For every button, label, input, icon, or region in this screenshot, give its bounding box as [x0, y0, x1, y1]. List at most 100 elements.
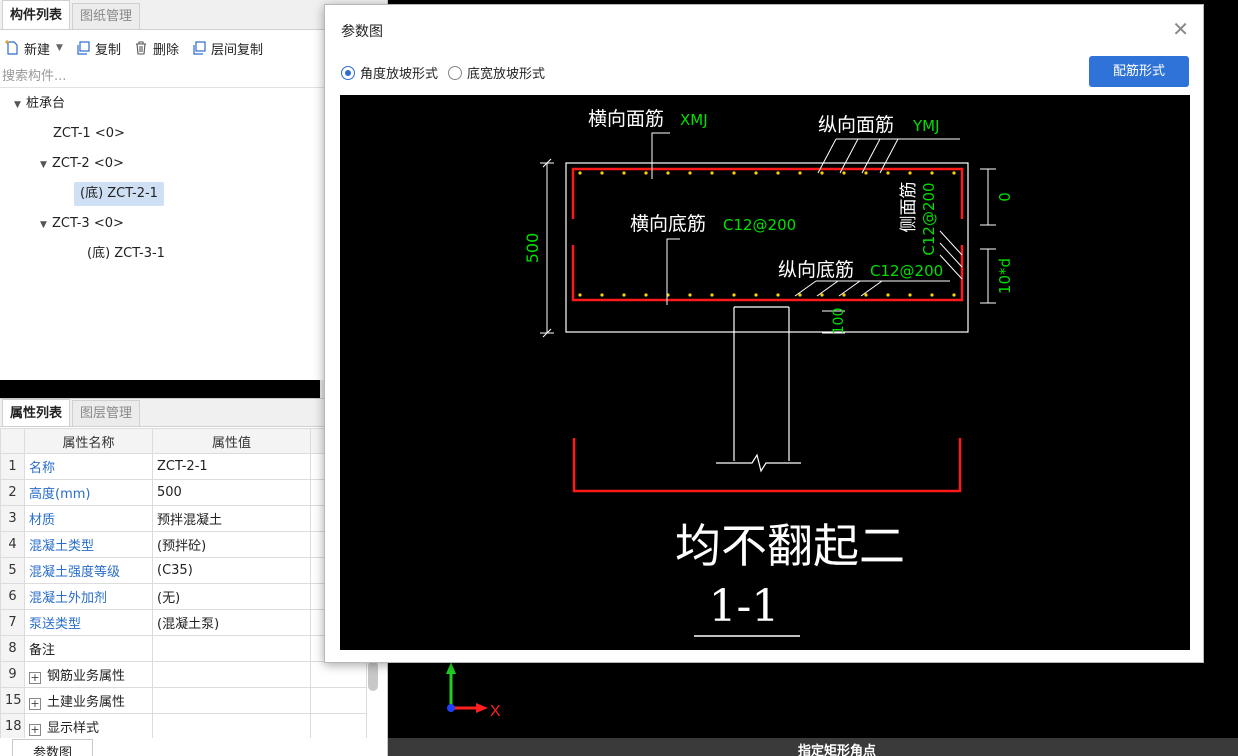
property-value — [152, 713, 311, 738]
delete-label: 删除 — [152, 42, 179, 58]
new-button[interactable]: 新建 ▼ — [4, 39, 63, 58]
property-group-label: 土建业务属性 — [47, 695, 126, 710]
drawing-note: 均不翻起二 — [675, 519, 905, 573]
row-number: 7 — [0, 609, 25, 636]
side-code: C12@200 — [920, 182, 938, 255]
table-row[interactable]: 1 名称 ZCT-2-1 — [0, 453, 367, 480]
row-number: 5 — [0, 557, 25, 584]
property-header-row: 属性名称 属性值 — [0, 428, 367, 454]
radio-angle-slope[interactable]: 角度放坡形式 — [341, 63, 438, 82]
table-row[interactable]: 4 混凝土类型 (预拌砼) — [0, 531, 367, 558]
row-number: 2 — [0, 479, 25, 506]
property-extra — [310, 713, 367, 738]
expand-arrow-icon[interactable]: ▼ — [14, 93, 26, 117]
property-group[interactable]: + 钢筋业务属性 — [24, 661, 153, 688]
close-icon[interactable]: ✕ — [1172, 17, 1189, 41]
tree-node-zct-3-1[interactable]: (底) ZCT-3-1 — [87, 242, 165, 266]
property-scrollbar-thumb[interactable] — [368, 661, 378, 691]
dimension-zero: 0 — [996, 192, 1014, 202]
property-value[interactable]: (C35) — [152, 557, 311, 584]
tree-node-zct-1[interactable]: ZCT-1 <0> — [53, 122, 125, 146]
top-cross-label: 横向面筋 — [588, 108, 664, 130]
property-value[interactable] — [152, 635, 311, 662]
property-value[interactable]: ZCT-2-1 — [152, 453, 311, 480]
radio-selected-icon[interactable] — [341, 65, 355, 80]
dialog-title: 参数图 — [341, 24, 383, 40]
tab-component-list[interactable]: 构件列表 — [2, 0, 71, 29]
table-row[interactable]: 8 备注 — [0, 635, 367, 662]
expand-plus-icon[interactable]: + — [29, 724, 41, 736]
delete-button[interactable]: 删除 — [133, 39, 179, 58]
rebar-dots-bottom — [578, 293, 956, 297]
tab-property-list[interactable]: 属性列表 — [2, 399, 71, 426]
rebar-dots-top — [578, 171, 956, 175]
row-number: 6 — [0, 583, 25, 610]
property-group[interactable]: + 显示样式 — [24, 713, 153, 738]
tree-node-label: 桩承台 — [26, 96, 66, 111]
radio-width-slope[interactable]: 底宽放坡形式 — [448, 63, 545, 82]
side-label: 侧面筋 — [899, 182, 919, 233]
component-search-input[interactable]: 搜索构件... — [0, 66, 330, 88]
chevron-down-icon[interactable]: ▼ — [56, 43, 63, 53]
table-row[interactable]: 7 泵送类型 (混凝土泵) — [0, 609, 367, 636]
height-dimension — [540, 158, 554, 338]
table-row[interactable]: 18 + 显示样式 — [0, 713, 367, 738]
table-row[interactable]: 3 材质 预拌混凝土 — [0, 505, 367, 532]
bottom-long-leader — [794, 280, 950, 297]
property-value[interactable]: (无) — [152, 583, 311, 610]
expand-arrow-icon[interactable]: ▼ — [40, 153, 52, 177]
floor-copy-label: 层间复制 — [210, 42, 263, 58]
bottom-tabbar: 参数图 — [0, 738, 388, 756]
table-row[interactable]: 15 + 土建业务属性 — [0, 687, 367, 714]
right-dimensions — [980, 168, 996, 304]
property-value[interactable]: 500 — [152, 479, 311, 506]
radio-unselected-icon[interactable] — [448, 65, 463, 80]
bottom-cross-label: 横向底筋 — [630, 213, 706, 235]
row-number: 15 — [0, 687, 25, 714]
expand-arrow-icon[interactable]: ▼ — [40, 213, 52, 237]
property-name: 材质 — [24, 505, 153, 532]
property-group-label: 钢筋业务属性 — [47, 669, 126, 684]
pile-outline — [733, 306, 790, 461]
tree-node-zct-2[interactable]: ▼ ZCT-2 <0> — [40, 152, 124, 176]
table-row[interactable]: 2 高度(mm) 500 — [0, 479, 367, 506]
rownum-header — [0, 428, 25, 454]
property-value — [152, 661, 311, 688]
tree-node-zct-2-1[interactable]: (底) ZCT-2-1 — [74, 182, 164, 206]
height-dimension-value: 500 — [523, 233, 542, 264]
copy-button[interactable]: 复制 — [75, 39, 121, 58]
floor-copy-button[interactable]: 层间复制 — [191, 39, 263, 58]
property-name: 名称 — [24, 453, 153, 480]
expand-plus-icon[interactable]: + — [29, 672, 41, 684]
tab-drawing-management[interactable]: 图纸管理 — [72, 3, 141, 29]
property-value[interactable]: (混凝土泵) — [152, 609, 311, 636]
tree-node-zct-3[interactable]: ▼ ZCT-3 <0> — [40, 212, 124, 236]
dimension-100: 100 — [831, 308, 847, 335]
tree-node-root[interactable]: ▼ 桩承台 — [14, 92, 65, 116]
property-name: 高度(mm) — [24, 479, 153, 506]
lower-rebar-bracket — [572, 438, 962, 493]
tree-node-label: ZCT-3 <0> — [52, 216, 124, 231]
table-row[interactable]: 9 + 钢筋业务属性 — [0, 661, 367, 688]
x-axis-label: X — [490, 703, 501, 720]
new-file-icon — [4, 40, 20, 56]
radio-width-label: 底宽放坡形式 — [467, 67, 546, 82]
property-value-header: 属性值 — [152, 428, 311, 454]
property-value[interactable]: 预拌混凝土 — [152, 505, 311, 532]
property-value[interactable]: (预拌砼) — [152, 531, 311, 558]
table-row[interactable]: 6 混凝土外加剂 (无) — [0, 583, 367, 610]
expand-plus-icon[interactable]: + — [29, 698, 41, 710]
table-row[interactable]: 5 混凝土强度等级 (C35) — [0, 557, 367, 584]
tab-layer-management[interactable]: 图层管理 — [72, 400, 141, 426]
rebar-form-button[interactable]: 配筋形式 — [1089, 56, 1189, 87]
bottom-long-label: 纵向底筋 — [778, 259, 854, 281]
property-extra — [310, 687, 367, 714]
copy-label: 复制 — [94, 42, 121, 58]
floor-copy-icon — [191, 40, 207, 56]
tab-parameter-diagram[interactable]: 参数图 — [12, 739, 94, 756]
tree-node-label: ZCT-2 <0> — [52, 156, 124, 171]
property-extra — [310, 661, 367, 688]
property-group[interactable]: + 土建业务属性 — [24, 687, 153, 714]
new-label: 新建 — [24, 42, 51, 58]
slope-mode-radio-group: 角度放坡形式 底宽放坡形式 — [341, 63, 555, 82]
